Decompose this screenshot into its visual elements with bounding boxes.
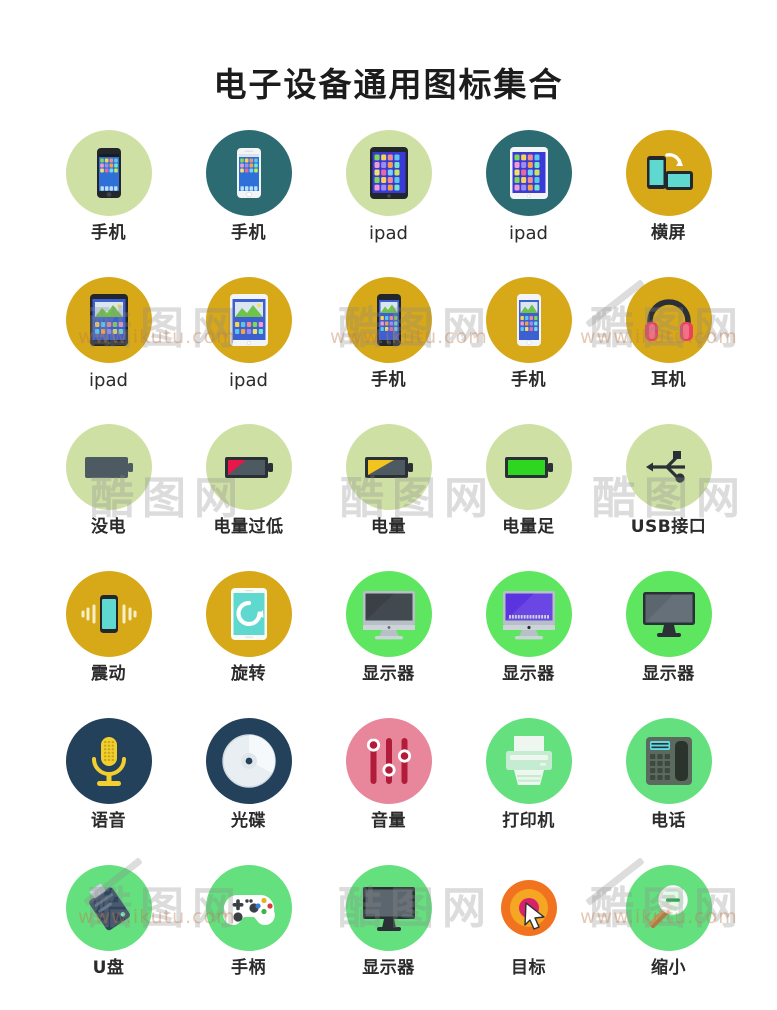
icon-cell[interactable]: 显示器 [319,571,459,696]
icon-cell[interactable]: 横屏 [599,130,739,255]
headphones-icon[interactable] [625,277,712,363]
icon-label: ipad [509,223,548,244]
icon-label: 没电 [91,517,126,537]
disc-icon[interactable] [205,718,292,804]
icon-label: 横屏 [651,223,686,243]
icon-label: 显示器 [362,958,415,978]
icon-label: ipad [369,223,408,244]
monitor-flat-icon[interactable] [345,865,432,951]
icon-cell[interactable]: ipad [459,130,599,255]
target-cursor-icon[interactable] [485,865,572,951]
smartphone-white-icon[interactable] [205,130,292,216]
icon-cell[interactable]: ipad [179,277,319,402]
icon-cell[interactable]: 显示器 [319,865,459,990]
icon-label: 显示器 [502,664,555,684]
icon-label: 手柄 [231,958,266,978]
icon-cell[interactable]: 目标 [459,865,599,990]
icon-cell[interactable]: 手机 [319,277,459,402]
monitor-gray-icon[interactable] [625,571,712,657]
icon-cell[interactable]: ipad [39,277,179,402]
icon-label: 手机 [511,370,546,390]
phone-dark-media-icon[interactable] [345,277,432,363]
tablet-dark-icon[interactable] [345,130,432,216]
volume-sliders-icon[interactable] [345,718,432,804]
icon-label: 电量 [371,517,406,537]
icon-cell[interactable]: 缩小 [599,865,739,990]
icon-cell[interactable]: 耳机 [599,277,739,402]
icon-label: 音量 [371,811,406,831]
icon-cell[interactable]: 手机 [39,130,179,255]
icon-cell[interactable]: U盘 [39,865,179,990]
page-title: 电子设备通用图标集合 [213,65,564,104]
icon-cell[interactable]: 手柄 [179,865,319,990]
icon-label: 语音 [91,811,126,831]
printer-icon[interactable] [485,718,572,804]
icon-cell[interactable]: 电量 [319,424,459,549]
icon-label: 缩小 [651,958,686,978]
usb-icon[interactable] [625,424,712,510]
vibrate-icon[interactable] [65,571,152,657]
icon-cell[interactable]: USB接口 [599,424,739,549]
icon-cell[interactable]: 手机 [179,130,319,255]
icon-cell[interactable]: 显示器 [599,571,739,696]
phone-white-media-icon[interactable] [485,277,572,363]
icon-label: 手机 [371,370,406,390]
icon-cell[interactable]: 光碟 [179,718,319,843]
icon-label: 手机 [91,223,126,243]
gamepad-icon[interactable] [205,865,292,951]
icon-cell[interactable]: 电量过低 [179,424,319,549]
icon-cell[interactable]: 打印机 [459,718,599,843]
usb-drive-icon[interactable] [65,865,152,951]
icon-cell[interactable]: 手机 [459,277,599,402]
icon-label: 旋转 [231,664,266,684]
icon-cell[interactable]: 显示器 [459,571,599,696]
rotate-icon[interactable] [205,571,292,657]
telephone-icon[interactable] [625,718,712,804]
imac-dark-icon[interactable] [345,571,432,657]
icon-label: 显示器 [642,664,695,684]
battery-empty-icon[interactable] [65,424,152,510]
icon-cell[interactable]: 电话 [599,718,739,843]
microphone-icon[interactable] [65,718,152,804]
icon-label: 电话 [651,811,686,831]
battery-full-icon[interactable] [485,424,572,510]
icon-label: 显示器 [362,664,415,684]
icon-grid: 手机 手机 ipad ipad 横屏 ipad ipad 手机 手机 耳机 没电 电量过低 电量 电量足 U… [39,106,739,990]
icon-cell[interactable]: ipad [319,130,459,255]
icon-label: 打印机 [502,811,555,831]
tablet-white-icon[interactable] [485,130,572,216]
imac-purple-icon[interactable] [485,571,572,657]
icon-label: 电量足 [502,517,555,537]
icon-cell[interactable]: 震动 [39,571,179,696]
icon-label: 震动 [91,664,126,684]
icon-label: ipad [229,370,268,391]
icon-label: U盘 [92,958,125,978]
icon-cell[interactable]: 没电 [39,424,179,549]
icon-cell[interactable]: 音量 [319,718,459,843]
battery-half-icon[interactable] [345,424,432,510]
icon-cell[interactable]: 电量足 [459,424,599,549]
battery-low-icon[interactable] [205,424,292,510]
icon-label: ipad [89,370,128,391]
screen-rotate-icon[interactable] [625,130,712,216]
icon-label: 手机 [231,223,266,243]
icon-label: USB接口 [630,517,707,537]
zoom-out-icon[interactable] [625,865,712,951]
smartphone-dark-icon[interactable] [65,130,152,216]
icon-cell[interactable]: 旋转 [179,571,319,696]
tablet-white-media-icon[interactable] [205,277,292,363]
icon-cell[interactable]: 语音 [39,718,179,843]
icon-label: 电量过低 [213,517,284,537]
icon-label: 目标 [511,958,546,978]
icon-label: 耳机 [651,370,686,390]
icon-set-page: 电子设备通用图标集合 手机 手机 ipad ipad 横屏 ipad ipad 手机 手机 耳机没… [0,0,777,1010]
icon-label: 光碟 [231,811,266,831]
tablet-dark-media-icon[interactable] [65,277,152,363]
